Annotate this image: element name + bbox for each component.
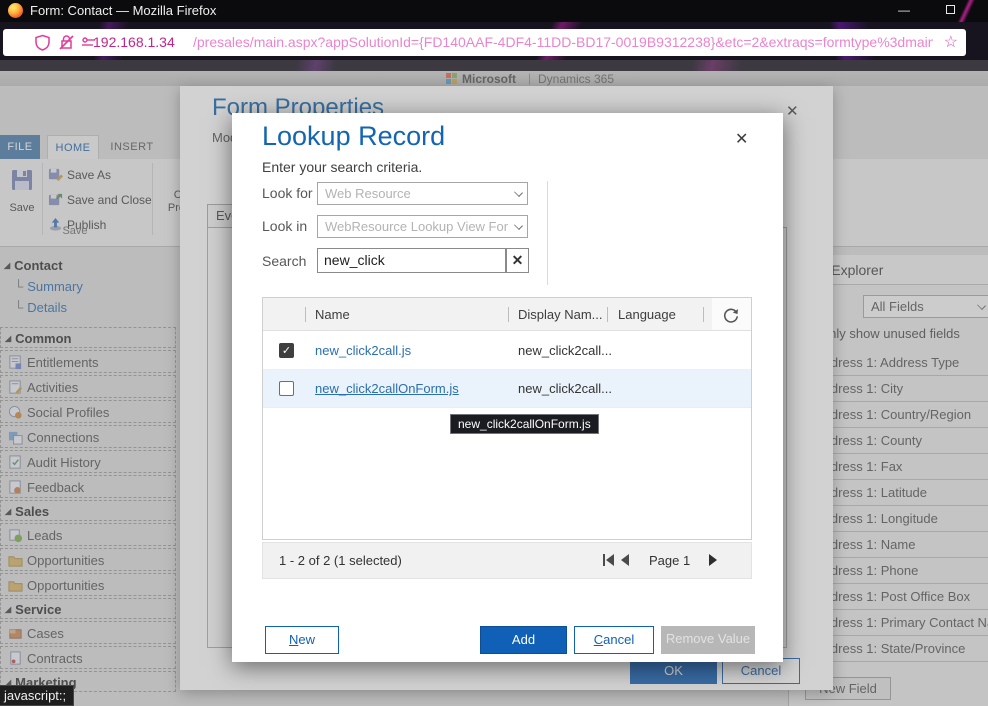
pagination-bar: 1 - 2 of 2 (1 selected) Page 1 bbox=[262, 542, 752, 579]
minimize-button[interactable]: — bbox=[882, 0, 926, 22]
search-label: Search bbox=[262, 253, 306, 269]
firefox-icon bbox=[8, 3, 23, 18]
column-header-display-name[interactable]: Display Nam... bbox=[518, 298, 603, 331]
browser-urlbar: 192.168.1.34 /presales/main.aspx?appSolu… bbox=[0, 22, 988, 60]
look-in-label: Look in bbox=[262, 218, 307, 234]
close-icon[interactable]: ✕ bbox=[735, 129, 748, 149]
column-header-name[interactable]: Name bbox=[315, 298, 350, 331]
lock-disabled-icon[interactable] bbox=[58, 34, 75, 51]
status-tooltip: javascript:; bbox=[0, 685, 74, 706]
theme-streak bbox=[936, 0, 988, 22]
clear-search-button[interactable]: ✕ bbox=[506, 248, 529, 273]
record-name-link[interactable]: new_click2call.js bbox=[315, 332, 411, 370]
remove-value-button-disabled: Remove Value bbox=[661, 626, 755, 654]
chevron-down-icon bbox=[514, 188, 523, 197]
lookup-record-dialog: ✕ Lookup Record Enter your search criter… bbox=[232, 113, 783, 662]
look-for-label: Look for bbox=[262, 185, 313, 201]
table-header: Name Display Nam... Language bbox=[263, 298, 712, 331]
table-row[interactable]: new_click2callOnForm.js new_click2call..… bbox=[263, 370, 751, 408]
record-display-name: new_click2call... bbox=[518, 332, 612, 370]
browser-titlebar: Form: Contact — Mozilla Firefox — bbox=[0, 0, 988, 22]
bookmark-star-icon[interactable]: ☆ bbox=[944, 32, 958, 52]
column-header-language[interactable]: Language bbox=[618, 298, 676, 331]
close-icon: ✕ bbox=[512, 252, 524, 268]
page-indicator: Page 1 bbox=[649, 543, 690, 578]
previous-page-button[interactable] bbox=[621, 554, 629, 566]
look-for-select[interactable]: Web Resource bbox=[317, 182, 528, 205]
row-checkbox-checked[interactable]: ✓ bbox=[279, 343, 294, 358]
next-page-button[interactable] bbox=[709, 554, 717, 566]
add-button[interactable]: Add bbox=[480, 626, 567, 654]
search-input[interactable]: new_click bbox=[317, 248, 506, 273]
lookup-title: Lookup Record bbox=[262, 121, 445, 152]
divider bbox=[547, 181, 548, 285]
url-domain: 192.168.1.34 bbox=[93, 34, 175, 50]
refresh-icon bbox=[722, 306, 740, 324]
page-content: Microsoft | Dynamics 365 FILE HOME INSER… bbox=[0, 60, 988, 706]
chevron-down-icon bbox=[514, 221, 523, 230]
new-button[interactable]: New bbox=[265, 626, 339, 654]
lookup-subtitle: Enter your search criteria. bbox=[262, 159, 422, 175]
cancel-button[interactable]: Cancel bbox=[574, 626, 654, 654]
record-display-name: new_click2call... bbox=[518, 370, 612, 408]
record-name-link[interactable]: new_click2callOnForm.js bbox=[315, 370, 459, 408]
link-tooltip: new_click2callOnForm.js bbox=[450, 414, 599, 434]
row-checkbox-unchecked[interactable] bbox=[279, 381, 294, 396]
window-title: Form: Contact — Mozilla Firefox bbox=[30, 3, 216, 18]
url-field[interactable]: 192.168.1.34 /presales/main.aspx?appSolu… bbox=[3, 29, 966, 56]
url-path: /presales/main.aspx?appSolutionId={FD140… bbox=[193, 34, 933, 50]
refresh-button[interactable] bbox=[712, 298, 751, 331]
screen: Form: Contact — Mozilla Firefox — 192.16… bbox=[0, 0, 988, 706]
record-count: 1 - 2 of 2 (1 selected) bbox=[279, 543, 402, 578]
shield-icon[interactable] bbox=[34, 34, 51, 51]
look-in-select[interactable]: WebResource Lookup View For bbox=[317, 215, 528, 238]
table-row[interactable]: ✓ new_click2call.js new_click2call... bbox=[263, 332, 751, 370]
